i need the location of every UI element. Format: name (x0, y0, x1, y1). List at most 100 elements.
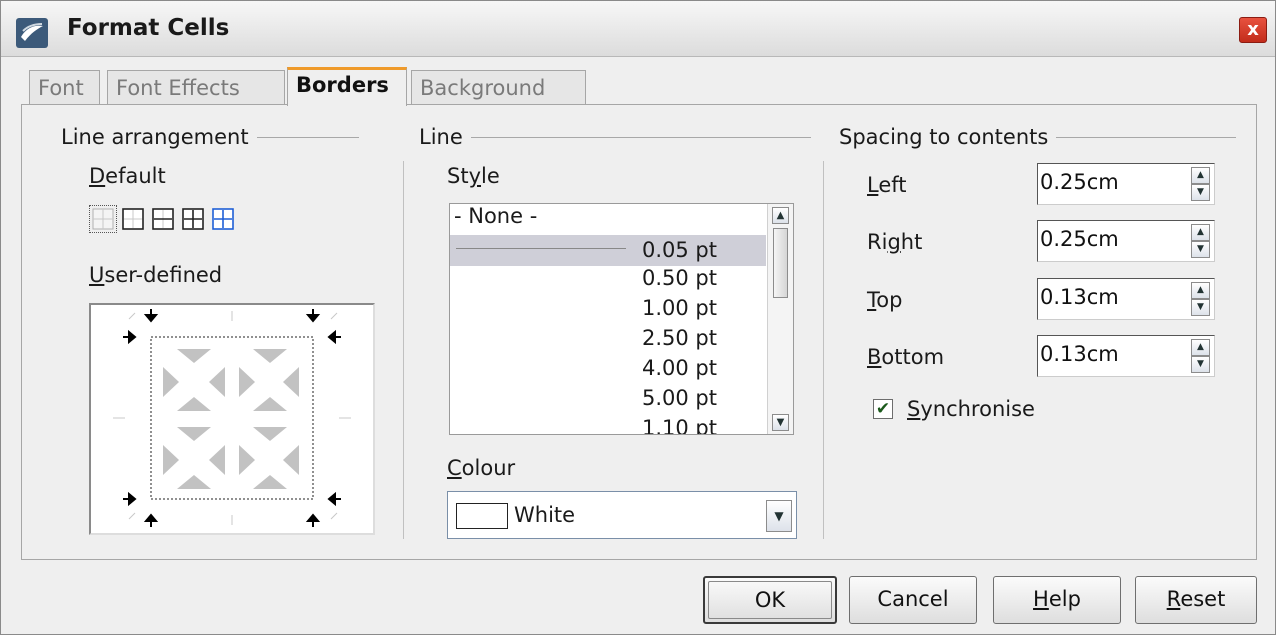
list-item-label: 1.10 pt (642, 416, 717, 435)
spin-up-icon[interactable]: ▲ (1191, 224, 1210, 241)
spin-down-icon[interactable]: ▼ (1191, 356, 1210, 373)
chevron-down-icon[interactable]: ▼ (766, 500, 792, 532)
spin-down-icon[interactable]: ▼ (1191, 241, 1210, 258)
preset-outer-no-change[interactable] (209, 205, 237, 233)
spin-down-icon[interactable]: ▼ (1191, 299, 1210, 316)
outer-border-all-lines-icon (182, 208, 204, 230)
list-item[interactable]: 0.05 pt (450, 235, 766, 266)
list-item-label: 0.05 pt (642, 238, 717, 262)
cancel-button-label: Cancel (877, 587, 949, 611)
list-item[interactable]: 0.50 pt (450, 266, 766, 297)
office-logo-icon (16, 18, 48, 48)
cancel-button[interactable]: Cancel (849, 576, 977, 624)
listbox-scrollbar[interactable]: ▲ ▼ (767, 204, 793, 434)
help-button-label: elp (1048, 587, 1081, 611)
title-bar[interactable]: Format Cells x (1, 1, 1275, 57)
preset-no-borders[interactable] (89, 205, 117, 233)
format-cells-dialog: Format Cells x Font Font Effects Borders… (0, 0, 1276, 635)
tab-label: Font Effects (116, 76, 240, 100)
colour-label: Colour (447, 456, 516, 480)
top-label: Top (867, 288, 903, 312)
list-item-label: 1.00 pt (642, 296, 717, 320)
spin-arrows[interactable]: ▲ ▼ (1191, 167, 1210, 201)
group-rule (256, 136, 359, 138)
tab-label: Font (38, 76, 84, 100)
default-presets (89, 205, 237, 233)
right-spacing-input[interactable] (1040, 227, 1180, 251)
list-item[interactable]: - None - (450, 204, 766, 235)
line-arrangement-group: Line arrangement (61, 125, 359, 149)
scroll-up-icon[interactable]: ▲ (772, 207, 789, 224)
spin-arrows[interactable]: ▲ ▼ (1191, 339, 1210, 373)
right-label: Right (867, 230, 923, 254)
list-item[interactable]: 1.00 pt (450, 296, 766, 327)
spin-up-icon[interactable]: ▲ (1191, 167, 1210, 184)
group-separator (823, 161, 824, 539)
user-defined-border-preview[interactable] (89, 303, 375, 535)
list-item[interactable]: 1.10 pt (450, 416, 766, 435)
preset-outer-border[interactable] (119, 205, 147, 233)
colour-dropdown[interactable]: White ▼ (447, 491, 797, 539)
left-spacing-input[interactable] (1040, 170, 1180, 194)
group-rule (470, 136, 811, 138)
spin-arrows[interactable]: ▲ ▼ (1191, 282, 1210, 316)
list-item[interactable]: 5.00 pt (450, 386, 766, 417)
group-separator (403, 161, 404, 539)
close-button[interactable]: x (1239, 17, 1267, 43)
top-spacing-input[interactable] (1040, 285, 1180, 309)
default-label: Default (89, 164, 166, 188)
spacing-group: Spacing to contents (839, 125, 1237, 149)
line-arrangement-title: Line arrangement (61, 125, 249, 149)
preset-outer-all[interactable] (179, 205, 207, 233)
user-defined-label: User-defined (89, 263, 223, 287)
spin-arrows[interactable]: ▲ ▼ (1191, 224, 1210, 258)
bottom-spacing-input[interactable] (1040, 342, 1180, 366)
line-sample (456, 248, 626, 249)
synchronise-label[interactable]: Synchronise (907, 397, 1035, 421)
tab-font[interactable]: Font (29, 70, 100, 105)
list-item-label: 0.50 pt (642, 266, 717, 290)
colour-swatch (456, 503, 508, 529)
no-borders-icon (92, 208, 114, 230)
spin-down-icon[interactable]: ▼ (1191, 184, 1210, 201)
reset-button[interactable]: Reset (1135, 576, 1257, 624)
style-label: Style (447, 164, 500, 188)
ok-button[interactable]: OK (703, 576, 837, 624)
list-item-label: 2.50 pt (642, 326, 717, 350)
tab-label: Background (420, 76, 546, 100)
outer-border-no-change-inner-icon (212, 208, 234, 230)
tab-borders[interactable]: Borders (287, 67, 407, 106)
group-rule (1056, 136, 1237, 138)
dialog-title: Format Cells (67, 15, 230, 41)
line-style-listbox[interactable]: - None - 0.05 pt 0.50 pt 1.00 pt 2.50 pt… (449, 203, 794, 435)
bottom-spacing-field[interactable]: ▲▼ (1037, 335, 1215, 377)
list-item[interactable]: 4.00 pt (450, 356, 766, 387)
preset-outer-horizontal[interactable] (149, 205, 177, 233)
focus-ring (708, 581, 832, 619)
outer-border-horizontal-lines-icon (152, 208, 174, 230)
top-spacing-field[interactable]: ▲▼ (1037, 278, 1215, 320)
tab-font-effects[interactable]: Font Effects (107, 70, 285, 105)
checkmark-icon: ✔ (875, 399, 891, 419)
spin-up-icon[interactable]: ▲ (1191, 339, 1210, 356)
list-item[interactable]: 2.50 pt (450, 326, 766, 357)
left-label: Left (867, 173, 907, 197)
line-group: Line (419, 125, 811, 149)
outer-border-only-icon (122, 208, 144, 230)
tab-background[interactable]: Background (411, 70, 586, 105)
spin-up-icon[interactable]: ▲ (1191, 282, 1210, 299)
synchronise-checkbox[interactable]: ✔ (873, 399, 893, 419)
reset-button-label: eset (1180, 587, 1226, 611)
help-button[interactable]: Help (993, 576, 1121, 624)
left-spacing-field[interactable]: ▲▼ (1037, 163, 1215, 205)
right-spacing-field[interactable]: ▲▼ (1037, 220, 1215, 262)
list-item-label: 5.00 pt (642, 386, 717, 410)
colour-value: White (514, 503, 576, 527)
border-preview-canvas (113, 309, 351, 527)
scrollbar-thumb[interactable] (773, 228, 788, 298)
close-icon: x (1247, 19, 1259, 40)
spacing-group-title: Spacing to contents (839, 125, 1049, 149)
tab-label: Borders (296, 73, 389, 97)
bottom-label: Bottom (867, 345, 945, 369)
scroll-down-icon[interactable]: ▼ (772, 414, 789, 431)
